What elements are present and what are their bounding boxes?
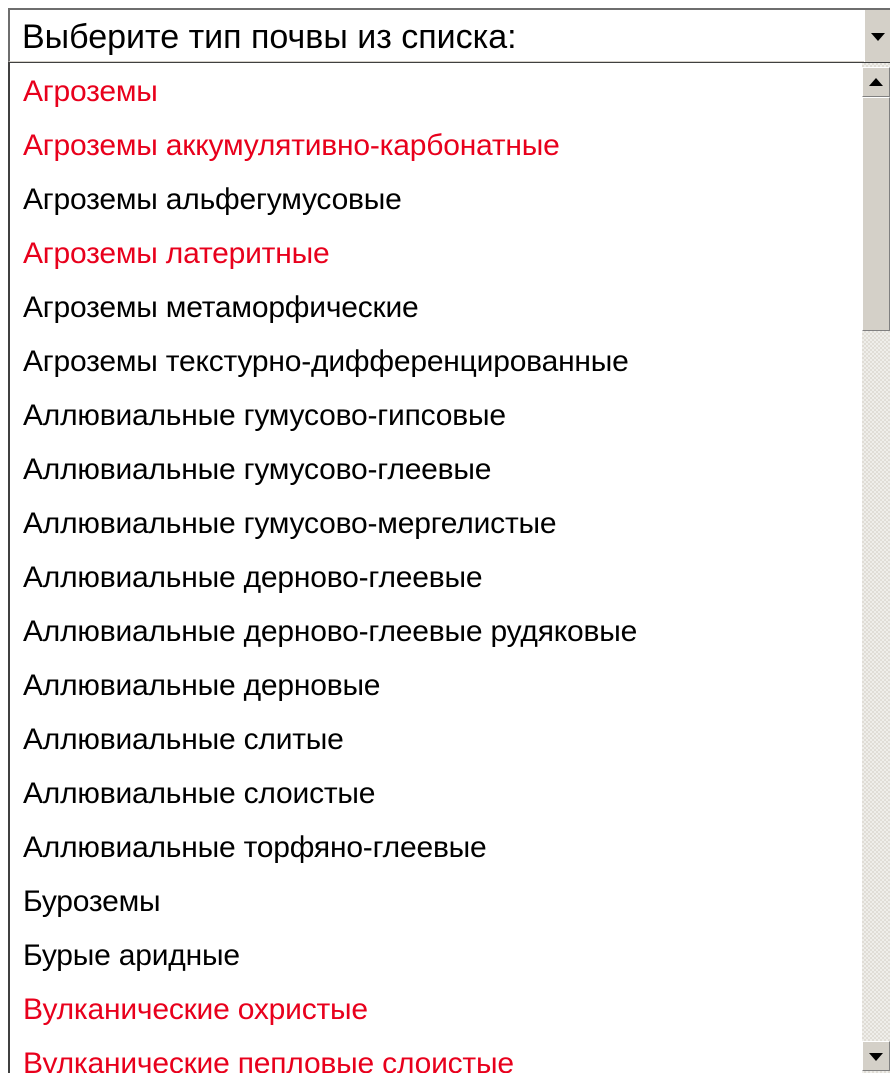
chevron-down-icon (871, 33, 885, 41)
list-item[interactable]: Агроземы (23, 65, 158, 119)
arrow-down-icon (869, 1053, 883, 1061)
list-item[interactable]: Аллювиальные дерновые (23, 659, 380, 713)
dropdown-button[interactable] (864, 10, 890, 62)
scroll-up-button[interactable] (862, 67, 890, 97)
list-item[interactable]: Агроземы латеритные (23, 227, 330, 281)
list-item[interactable]: Аллювиальные гумусово-гипсовые (23, 389, 506, 443)
list-item[interactable]: Аллювиальные гумусово-глеевые (23, 443, 491, 497)
list-item[interactable]: Буроземы (23, 875, 161, 929)
list-item[interactable]: Аллювиальные слитые (23, 713, 344, 767)
list-item[interactable]: Агроземы текстурно-дифференцированные (23, 335, 629, 389)
list-item[interactable]: Аллювиальные торфяно-глеевые (23, 821, 487, 875)
soil-type-combobox[interactable]: Выберите тип почвы из списка: (8, 8, 890, 62)
scrollbar-thumb[interactable] (862, 97, 890, 331)
list-item[interactable]: Аллювиальные дерново-глеевые рудяковые (23, 605, 637, 659)
dropdown-list: Агроземы Агроземы аккумулятивно-карбонат… (8, 62, 890, 1073)
list-item[interactable]: Агроземы альфегумусовые (23, 173, 402, 227)
list-item[interactable]: Агроземы метаморфические (23, 281, 419, 335)
list-item[interactable]: Аллювиальные слоистые (23, 767, 375, 821)
combobox-value: Выберите тип почвы из списка: (22, 18, 517, 56)
list-item[interactable]: Вулканические пепловые слоистые (23, 1037, 514, 1073)
vertical-scrollbar[interactable] (862, 63, 890, 1073)
list-item[interactable]: Аллювиальные гумусово-мергелистые (23, 497, 557, 551)
arrow-up-icon (869, 78, 883, 86)
list-item[interactable]: Аллювиальные дерново-глеевые (23, 551, 483, 605)
list-items-container: Агроземы Агроземы аккумулятивно-карбонат… (10, 63, 862, 1073)
scroll-down-button[interactable] (862, 1041, 890, 1071)
list-item[interactable]: Бурые аридные (23, 929, 240, 983)
list-item[interactable]: Вулканические охристые (23, 983, 368, 1037)
list-item[interactable]: Агроземы аккумулятивно-карбонатные (23, 119, 560, 173)
